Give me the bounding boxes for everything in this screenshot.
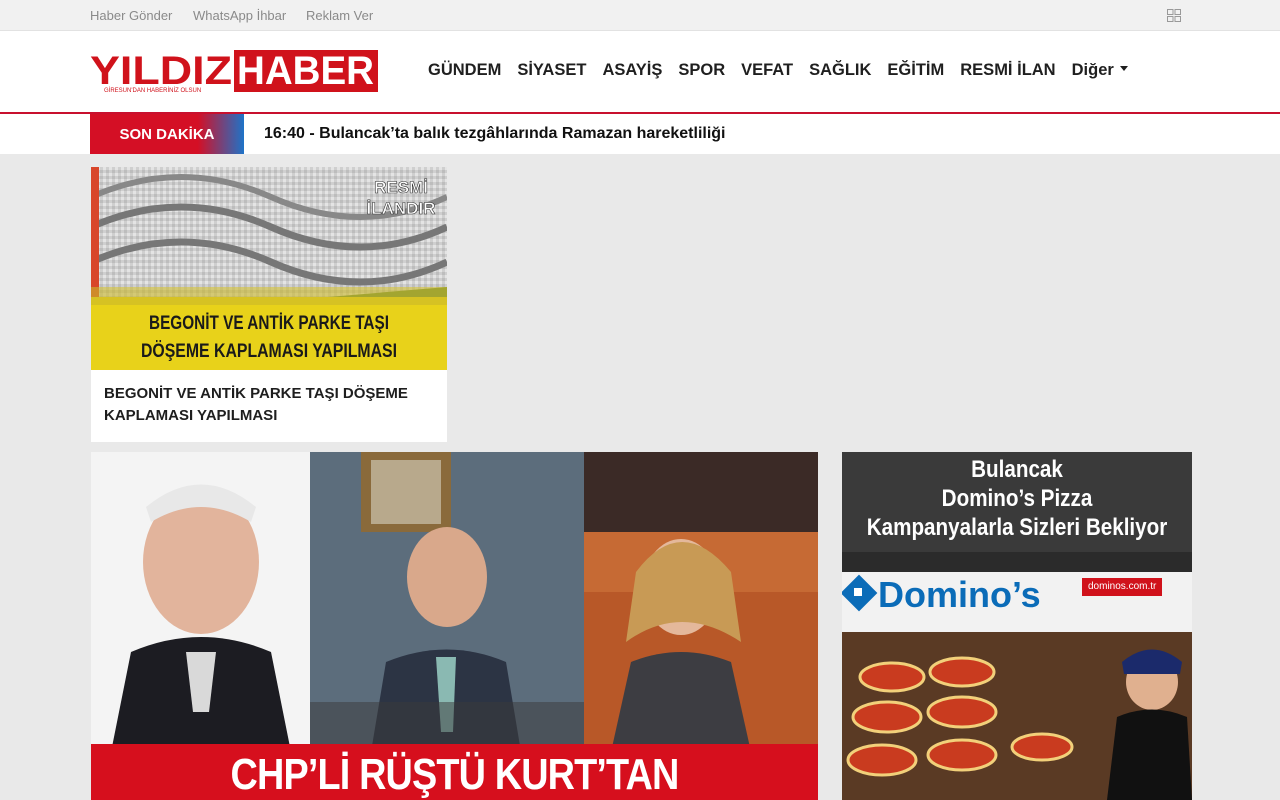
featured-image: RESMİ İLANDIR BEGONİT VE ANTİK PARKE TAŞ… xyxy=(91,167,447,370)
nav-diger-dropdown[interactable]: Diğer xyxy=(1064,61,1136,83)
haber-gonder-link[interactable]: Haber Gönder xyxy=(90,8,172,23)
nav-gundem[interactable]: GÜNDEM xyxy=(420,61,509,83)
image-line-2: DÖŞEME KAPLAMASI YAPILMASI xyxy=(141,341,397,362)
headline-banner-text: CHP’Lİ RÜŞTÜ KURT’TAN xyxy=(230,750,680,799)
caret-down-icon xyxy=(1119,66,1128,72)
nav-diger-label: Diğer xyxy=(1071,61,1114,79)
ad-line-3: Kampanyalarla Sizleri Bekliyor xyxy=(866,514,1168,541)
top-bar: Haber Gönder WhatsApp İhbar Reklam Ver xyxy=(0,0,1280,31)
site-logo[interactable]: YILDIZ HABER GİRESUN'DAN HABERİNİZ OLSUN xyxy=(90,50,378,94)
nav-resmi-ilan[interactable]: RESMİ İLAN xyxy=(952,61,1063,83)
svg-text:YILDIZ: YILDIZ xyxy=(90,50,232,93)
badge-line-1: RESMİ xyxy=(374,178,428,197)
whatsapp-ihbar-link[interactable]: WhatsApp İhbar xyxy=(193,8,286,23)
svg-text:GİRESUN'DAN HABERİNİZ OLSUN: GİRESUN'DAN HABERİNİZ OLSUN xyxy=(104,87,201,94)
breaking-label: SON DAKİKA xyxy=(90,114,244,154)
dominos-ad[interactable]: Bulancak Domino’s Pizza Kampanyalarla Si… xyxy=(842,452,1192,800)
nav-egitim[interactable]: EĞİTİM xyxy=(879,61,952,83)
badge-line-2: İLANDIR xyxy=(367,199,436,218)
breaking-news-bar: SON DAKİKA 16:40 - Bulancak’ta balık tez… xyxy=(0,114,1280,154)
site-header: YILDIZ HABER GİRESUN'DAN HABERİNİZ OLSUN… xyxy=(0,31,1280,114)
ad-line-1: Bulancak xyxy=(971,456,1063,483)
image-line-1: BEGONİT VE ANTİK PARKE TAŞI xyxy=(149,313,389,334)
nav-asayis[interactable]: ASAYİŞ xyxy=(594,61,670,83)
nav-saglik[interactable]: SAĞLIK xyxy=(801,61,879,83)
nav-vefat[interactable]: VEFAT xyxy=(733,61,801,83)
headline-news-image[interactable]: CHP’Lİ RÜŞTÜ KURT’TAN xyxy=(91,452,818,800)
featured-news-card[interactable]: RESMİ İLANDIR BEGONİT VE ANTİK PARKE TAŞ… xyxy=(91,167,447,442)
breaking-headline-link[interactable]: 16:40 - Bulancak’ta balık tezgâhlarında … xyxy=(264,125,726,143)
ad-brand: Domino’s xyxy=(878,574,1041,615)
reklam-ver-link[interactable]: Reklam Ver xyxy=(306,8,373,23)
svg-text:HABER: HABER xyxy=(237,50,374,93)
main-nav: GÜNDEM SİYASET ASAYİŞ SPOR VEFAT SAĞLIK … xyxy=(420,61,1136,83)
ad-site: dominos.com.tr xyxy=(1088,581,1157,592)
ad-line-2: Domino’s Pizza xyxy=(941,485,1093,512)
nav-spor[interactable]: SPOR xyxy=(670,61,733,83)
nav-siyaset[interactable]: SİYASET xyxy=(509,61,594,83)
headline-banner: CHP’Lİ RÜŞTÜ KURT’TAN xyxy=(91,744,818,800)
grid-icon[interactable] xyxy=(1167,9,1181,22)
featured-title[interactable]: BEGONİT VE ANTİK PARKE TAŞI DÖŞEME KAPLA… xyxy=(104,383,434,427)
